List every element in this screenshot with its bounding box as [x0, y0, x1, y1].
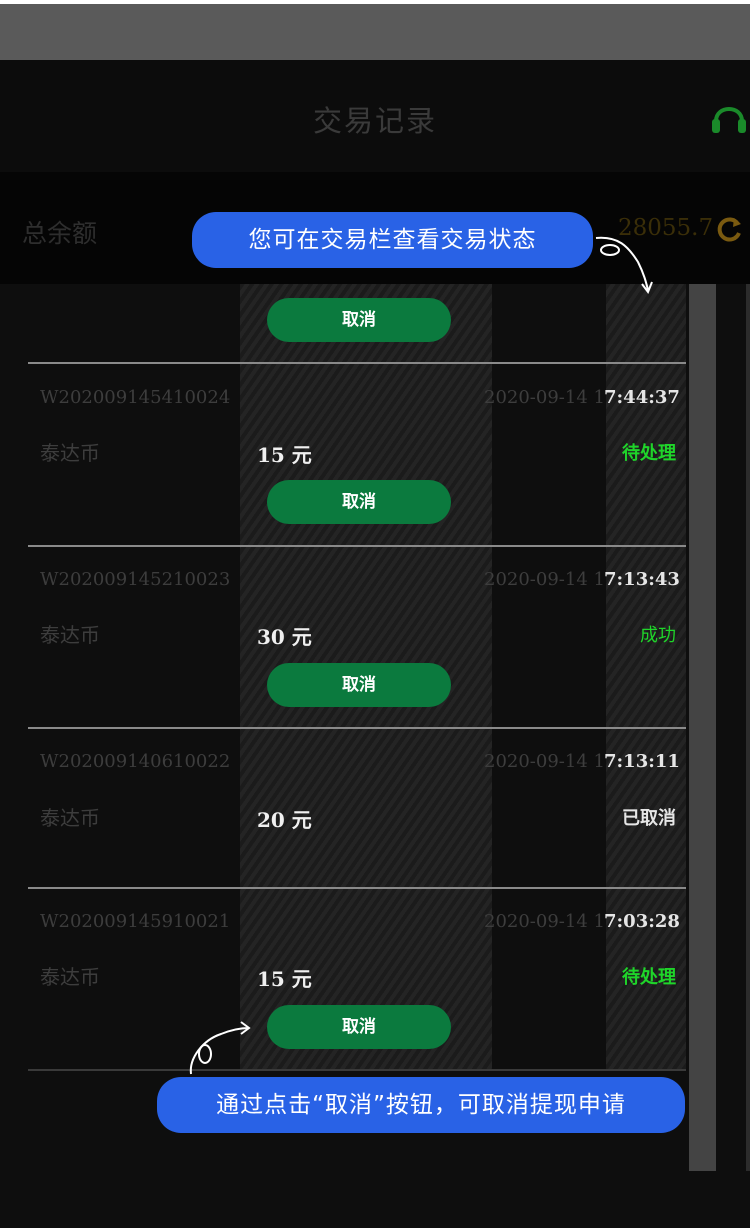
record-time: 7:03:28	[604, 911, 680, 932]
curved-arrow-icon	[595, 236, 653, 295]
record-id: W202009145210023	[40, 569, 231, 590]
record-status: 待处理	[622, 967, 676, 988]
record-currency: 泰达币	[40, 441, 100, 465]
cancel-button[interactable]: 取消	[267, 663, 451, 707]
record-time: 7:44:37	[604, 387, 680, 408]
record-date: 2020-09-14 1	[484, 387, 605, 408]
record-id: W202009145910021	[40, 911, 231, 932]
record-status: 成功	[640, 625, 676, 646]
record-time: 7:13:11	[604, 751, 680, 772]
balance-label: 总余额	[22, 219, 98, 248]
refresh-icon[interactable]	[714, 214, 744, 244]
record-date: 2020-09-14 1	[484, 911, 605, 932]
row-divider	[28, 545, 686, 547]
curved-arrow-icon	[189, 1021, 251, 1075]
cancel-button[interactable]: 取消	[267, 298, 451, 342]
record-status: 已取消	[622, 808, 676, 829]
scrollbar[interactable]	[689, 284, 750, 1171]
record-currency: 泰达币	[40, 806, 100, 830]
record-date: 2020-09-14 1	[484, 569, 605, 590]
page-header: 交易记录	[0, 60, 750, 172]
status-bar	[0, 0, 750, 60]
record-time: 7:13:43	[604, 569, 680, 590]
record-amount: 30 元	[257, 625, 312, 649]
record-amount: 20 元	[257, 808, 312, 832]
record-amount: 15 元	[257, 443, 312, 467]
page-title: 交易记录	[312, 104, 437, 138]
row-divider	[28, 727, 686, 729]
cancel-button[interactable]: 取消	[267, 480, 451, 524]
headset-icon[interactable]	[708, 93, 750, 143]
row-divider	[28, 1069, 686, 1071]
record-id: W202009140610022	[40, 751, 231, 772]
row-divider	[28, 362, 686, 364]
record-date: 2020-09-14 1	[484, 751, 605, 772]
cancel-tip-bubble: 通过点击“取消”按钮，可取消提现申请	[157, 1077, 685, 1133]
row-divider	[28, 887, 686, 889]
record-status: 待处理	[622, 443, 676, 464]
cancel-button[interactable]: 取消	[267, 1005, 451, 1049]
status-tip-bubble: 您可在交易栏查看交易状态	[192, 212, 593, 268]
record-currency: 泰达币	[40, 623, 100, 647]
record-currency: 泰达币	[40, 965, 100, 989]
record-amount: 15 元	[257, 967, 312, 991]
record-id: W202009145410024	[40, 387, 231, 408]
